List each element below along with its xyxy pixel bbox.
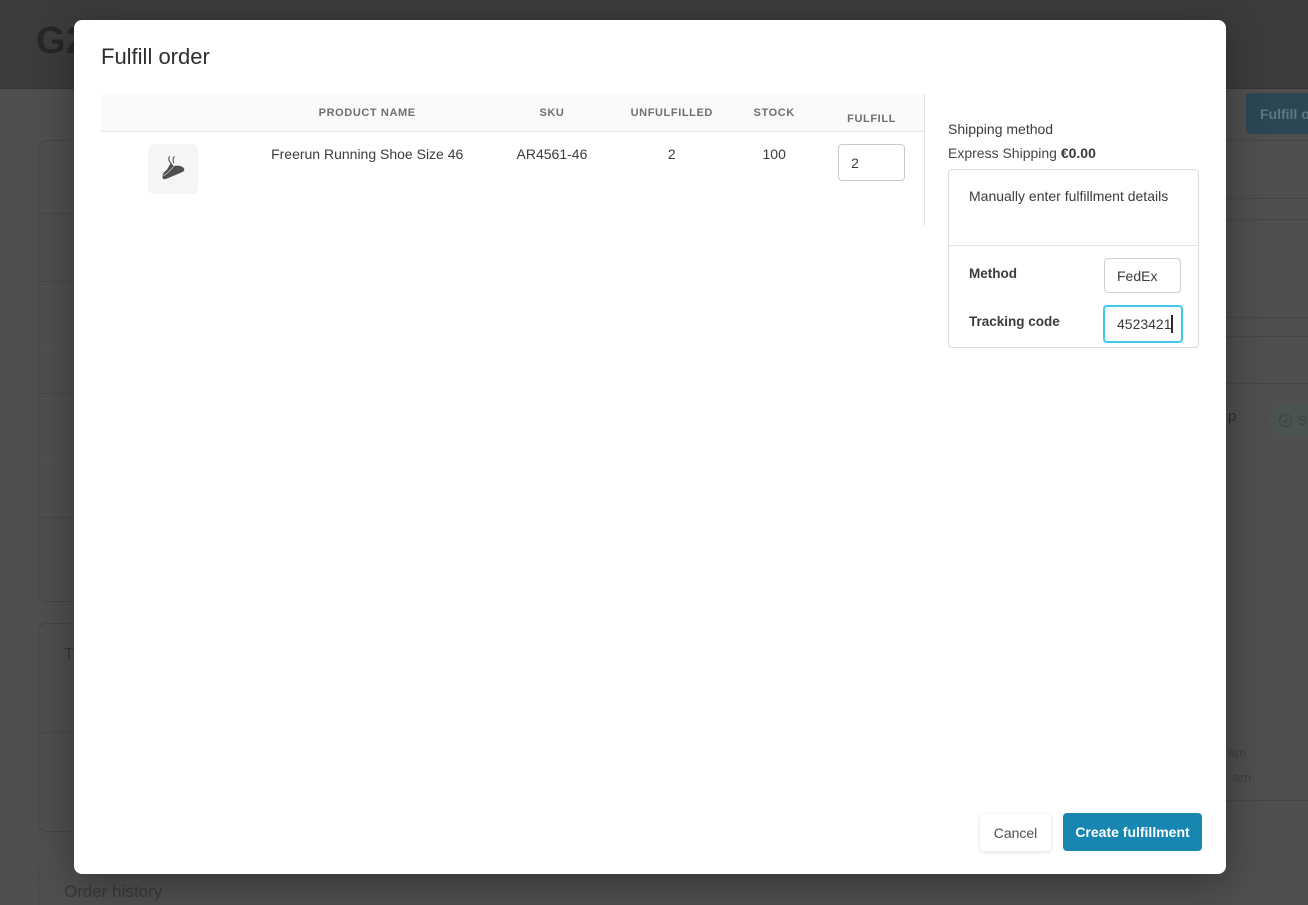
product-thumbnail <box>147 144 198 194</box>
stock-qty-cell: 100 <box>762 146 786 162</box>
divider <box>39 517 74 518</box>
divider <box>1226 317 1308 318</box>
divider <box>1226 219 1308 220</box>
create-fulfillment-button[interactable]: Create fulfillment <box>1063 813 1202 851</box>
fulfill-qty-cell <box>819 132 924 181</box>
status-badge-label: Se <box>1298 412 1308 428</box>
divider <box>39 460 74 461</box>
tracking-code-field-wrap <box>1103 305 1183 343</box>
sneaker-icon <box>162 155 185 180</box>
fulfill-order-button-label: Fulfill order <box>1260 105 1308 122</box>
divider <box>39 213 74 214</box>
divider <box>39 347 74 348</box>
divider <box>39 732 74 733</box>
divider <box>1226 336 1308 337</box>
divider <box>1226 383 1308 384</box>
text-cursor <box>1171 315 1173 333</box>
column-header-sku: SKU <box>539 106 565 119</box>
order-history-title: Order history <box>64 882 163 901</box>
shipping-method-value: Express Shipping €0.00 <box>948 145 1096 161</box>
tracking-code-label: Tracking code <box>969 314 1060 329</box>
column-header-fulfill: FULFILL <box>847 112 896 125</box>
timestamp-fragment: am <box>1228 745 1247 760</box>
divider <box>1226 198 1308 199</box>
payment-card-fragment: T <box>64 646 74 663</box>
background-card-history-edge <box>38 868 39 905</box>
shipping-method-heading: Shipping method <box>948 121 1054 137</box>
shipping-price: €0.00 <box>1060 145 1096 161</box>
screen: G2 Fulfill order T Order history p <box>0 0 1308 905</box>
table-header-row: PRODUCT NAME SKU UNFULFILLED STOCK FULFI… <box>101 94 924 132</box>
manual-fulfillment-title: Manually enter fulfillment details <box>969 188 1169 204</box>
fulfill-quantity-input[interactable] <box>838 144 906 181</box>
sku-cell: AR4561-46 <box>516 146 588 162</box>
table-row: Freerun Running Shoe Size 46 AR4561-46 2… <box>101 132 924 207</box>
divider <box>949 245 1198 246</box>
fulfill-order-dialog: Fulfill order PRODUCT NAME SKU UNFULFILL… <box>74 20 1226 874</box>
divider <box>1226 800 1308 801</box>
method-input[interactable] <box>1104 258 1181 293</box>
column-header-unfulfilled: UNFULFILLED <box>630 106 713 119</box>
method-label: Method <box>969 266 1017 281</box>
divider <box>1226 140 1308 141</box>
fulfill-order-button-background: Fulfill order <box>1246 93 1308 134</box>
column-header-stock: STOCK <box>753 106 795 119</box>
product-image-cell <box>101 132 245 194</box>
dialog-title: Fulfill order <box>101 44 210 69</box>
manual-fulfillment-box: Manually enter fulfillment details Metho… <box>948 169 1199 348</box>
column-header-product-name: PRODUCT NAME <box>318 106 416 119</box>
fulfill-items-table: PRODUCT NAME SKU UNFULFILLED STOCK FULFI… <box>101 94 925 226</box>
divider <box>39 393 74 394</box>
unfulfilled-qty-cell: 2 <box>667 146 676 162</box>
check-circle-icon <box>1278 413 1293 427</box>
cancel-button[interactable]: Cancel <box>980 814 1051 851</box>
divider <box>39 281 74 282</box>
shipping-method-name: Express Shipping <box>948 145 1061 161</box>
shipping-row-fragment: p <box>1228 408 1237 425</box>
timestamp-fragment: am <box>1233 770 1252 785</box>
product-name-cell: Freerun Running Shoe Size 46 <box>271 146 464 162</box>
status-badge: Se <box>1268 404 1308 436</box>
